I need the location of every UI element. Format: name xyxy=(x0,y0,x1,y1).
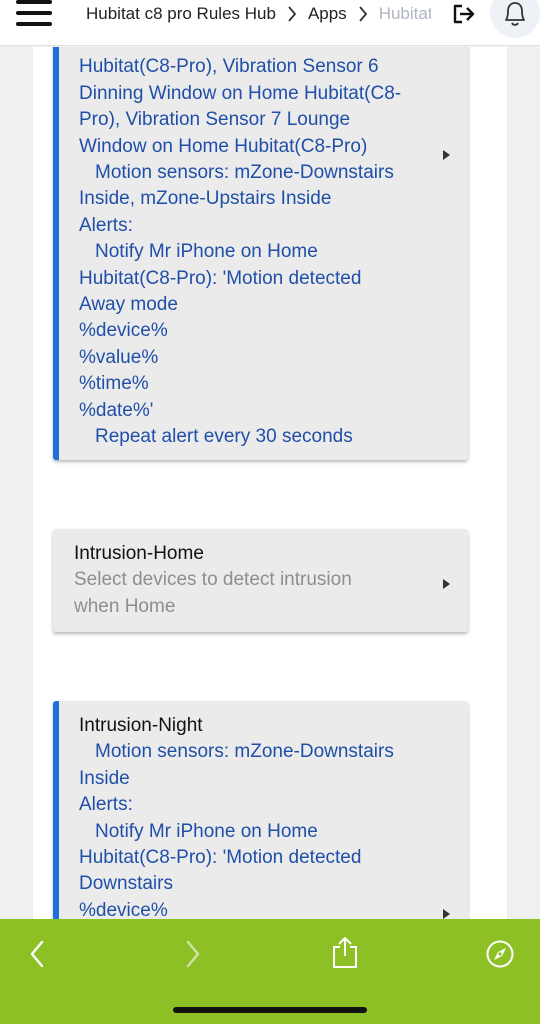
bell-icon xyxy=(505,2,525,26)
card-line: Motion sensors: mZone-Downstairs xyxy=(95,162,394,184)
card-line: Away mode xyxy=(79,294,178,316)
card-line: %value% xyxy=(79,346,159,368)
card-line: Inside, mZone-Upstairs Inside xyxy=(79,188,332,210)
card-line: %date%' xyxy=(79,399,154,421)
home-indicator xyxy=(173,1007,367,1013)
share-icon[interactable] xyxy=(330,935,360,971)
hamburger-menu-icon[interactable] xyxy=(16,0,54,30)
card-line: %device% xyxy=(79,320,168,342)
chevron-left-icon[interactable] xyxy=(27,939,47,969)
expand-arrow-icon[interactable] xyxy=(443,909,450,919)
card-description: when Home xyxy=(74,595,176,617)
card-line: Alerts: xyxy=(79,794,133,816)
card-line: Motion sensors: mZone-Downstairs xyxy=(95,741,394,763)
chevron-right-icon xyxy=(358,6,368,22)
card-line: Notify Mr iPhone on Home xyxy=(95,241,318,263)
breadcrumb-hub[interactable]: Hubitat c8 pro Rules Hub xyxy=(86,4,276,24)
card-text-cutoff xyxy=(79,47,468,54)
card-description: Select devices to detect intrusion xyxy=(74,569,352,591)
card-title: Intrusion-Home xyxy=(74,543,204,564)
card-line: Window on Home Hubitat(C8-Pro) xyxy=(79,135,368,157)
app-header: Hubitat c8 pro Rules Hub Apps Hubitat xyxy=(0,0,540,46)
breadcrumb-current[interactable]: Hubitat xyxy=(379,4,431,24)
expand-arrow-icon[interactable] xyxy=(443,579,450,589)
breadcrumb: Hubitat c8 pro Rules Hub Apps Hubitat xyxy=(86,2,431,26)
card-line: Hubitat(C8-Pro): 'Motion detected xyxy=(79,847,362,869)
card-line: Alerts: xyxy=(79,214,133,236)
card-line: %device% xyxy=(79,899,168,919)
card-line: Inside xyxy=(79,767,130,789)
chevron-right-icon[interactable] xyxy=(183,939,203,969)
alert-card-away[interactable]: Hubitat(C8-Pro), Vibration Sensor 6 Dinn… xyxy=(53,47,468,460)
card-line: Downstairs xyxy=(79,873,173,895)
intrusion-night-card[interactable]: Intrusion-Night Motion sensors: mZone-Do… xyxy=(53,701,468,919)
card-line: %time% xyxy=(79,373,149,395)
card-line: Hubitat(C8-Pro), Vibration Sensor 6 xyxy=(79,56,379,78)
card-title: Intrusion-Night xyxy=(79,715,203,736)
breadcrumb-apps[interactable]: Apps xyxy=(308,4,347,24)
intrusion-home-card[interactable]: Intrusion-Home Select devices to detect … xyxy=(53,529,468,632)
expand-arrow-icon[interactable] xyxy=(443,150,450,160)
card-line: Pro), Vibration Sensor 7 Lounge xyxy=(79,109,351,131)
rules-page: Hubitat(C8-Pro), Vibration Sensor 6 Dinn… xyxy=(33,47,507,919)
card-line: Dinning Window on Home Hubitat(C8- xyxy=(79,82,402,104)
chevron-right-icon xyxy=(287,6,297,22)
card-line: Notify Mr iPhone on Home xyxy=(95,820,318,842)
compass-icon[interactable] xyxy=(485,939,515,969)
logout-icon[interactable] xyxy=(451,2,477,26)
card-line: Repeat alert every 30 seconds xyxy=(95,426,353,448)
card-line: Hubitat(C8-Pro): 'Motion detected xyxy=(79,267,362,289)
notifications-button[interactable] xyxy=(490,0,540,38)
